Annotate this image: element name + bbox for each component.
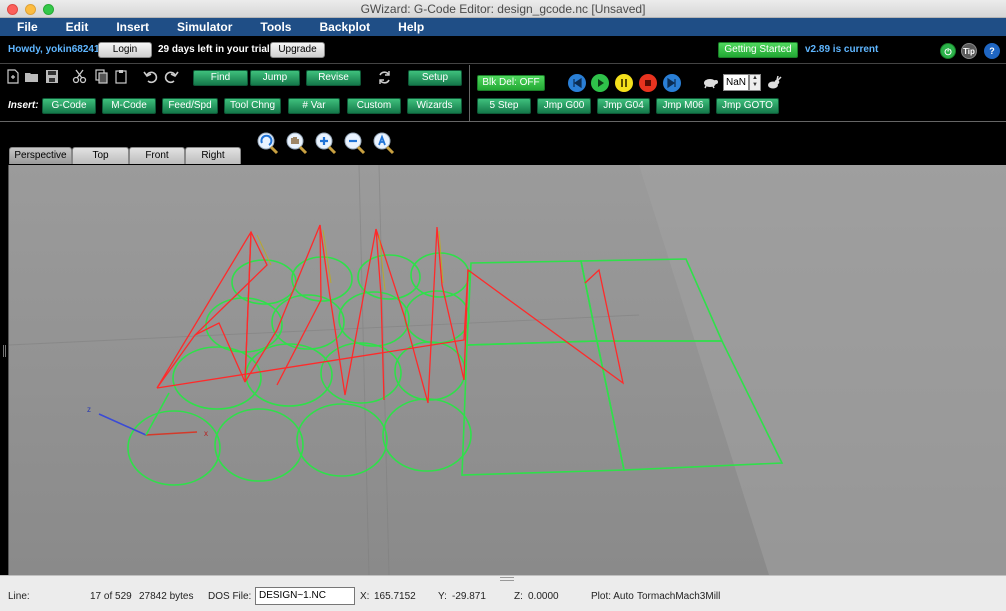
jump-g04-button[interactable]: Jmp G04 [597,98,650,114]
save-icon[interactable] [44,69,59,84]
account-bar: Howdy, yokin68241! Login 29 days left in… [0,36,1006,64]
insert-mcode-button[interactable]: M-Code [102,98,156,114]
find-button[interactable]: Find [193,70,248,86]
x-coord-label: X: [360,591,370,602]
z-axis-label: z [87,405,91,414]
insert-toolchng-button[interactable]: Tool Chng [224,98,281,114]
menu-edit[interactable]: Edit [66,20,89,34]
tab-right[interactable]: Right [185,147,241,164]
bytes-value: 27842 bytes [139,591,194,602]
x-coord-value: 165.7152 [374,591,416,602]
menu-simulator[interactable]: Simulator [177,20,232,34]
getting-started-button[interactable]: Getting Started [718,42,798,58]
version-text: v2.89 is current [805,44,879,55]
fast-forward-icon[interactable] [663,74,681,92]
dos-file-input[interactable]: DESIGN~1.NC [255,587,355,605]
toolbar-divider [469,65,470,122]
menu-insert[interactable]: Insert [116,20,149,34]
backplot-canvas: x z [9,165,1006,575]
title-bar: GWizard: G-Code Editor: design_gcode.nc … [0,0,1006,18]
jump-m06-button[interactable]: Jmp M06 [656,98,710,114]
refresh-icon[interactable] [377,70,392,85]
speed-input[interactable]: NaN [723,74,749,91]
y-coord-label: Y: [438,591,447,602]
new-file-icon[interactable] [5,69,20,84]
menu-help[interactable]: Help [398,20,424,34]
greeting-text: Howdy, yokin68241! [8,44,103,55]
tab-perspective[interactable]: Perspective [9,147,72,164]
insert-custom-button[interactable]: Custom [347,98,401,114]
menu-tools[interactable]: Tools [260,20,291,34]
menu-backplot[interactable]: Backplot [319,20,370,34]
help-icon[interactable]: ? [984,43,1000,59]
five-step-button[interactable]: 5 Step [477,98,531,114]
rewind-icon[interactable] [568,74,586,92]
redo-icon[interactable] [164,69,179,84]
tip-icon[interactable]: Tip [961,43,977,59]
machine-name: TormachMach3Mill [637,591,721,602]
insert-wizards-button[interactable]: Wizards [407,98,462,114]
open-folder-icon[interactable] [24,69,39,84]
line-label: Line: [8,591,30,602]
jump-g00-button[interactable]: Jmp G00 [537,98,591,114]
insert-var-button[interactable]: # Var [288,98,340,114]
rabbit-fast-icon[interactable] [765,75,782,90]
zoom-fit-icon[interactable] [372,131,396,155]
turtle-slow-icon[interactable] [702,75,719,90]
copy-icon[interactable] [94,69,109,84]
stop-icon[interactable] [639,74,657,92]
menu-file[interactable]: File [17,20,38,34]
zoom-in-icon[interactable] [314,131,338,155]
pan-view-icon[interactable] [285,131,309,155]
trial-text: 29 days left in your trial. [158,44,273,55]
menu-bar: File Edit Insert Simulator Tools Backplo… [0,18,1006,36]
login-button[interactable]: Login [98,42,152,58]
setup-button[interactable]: Setup [408,70,462,86]
y-coord-value: -29.871 [452,591,486,602]
tab-top[interactable]: Top [72,147,129,164]
paste-icon[interactable] [114,69,129,84]
app-window: GWizard: G-Code Editor: design_gcode.nc … [0,0,1006,611]
tab-front[interactable]: Front [129,147,185,164]
jump-goto-button[interactable]: Jmp GOTO [716,98,779,114]
undo-icon[interactable] [143,69,158,84]
backplot-viewport[interactable]: x z [8,165,1006,575]
revise-button[interactable]: Revise [306,70,361,86]
upgrade-button[interactable]: Upgrade [270,42,325,58]
plot-mode: Plot: Auto [591,591,634,602]
z-coord-label: Z: [514,591,523,602]
dos-file-label: DOS File: [208,591,252,602]
zoom-out-icon[interactable] [343,131,367,155]
x-axis-label: x [204,429,208,438]
z-coord-value: 0.0000 [528,591,559,602]
splitter-grip[interactable] [500,577,514,581]
pause-icon[interactable] [615,74,633,92]
insert-feedspd-button[interactable]: Feed/Spd [162,98,218,114]
play-icon[interactable] [591,74,609,92]
block-delete-toggle[interactable]: Blk Del: OFF [477,75,545,91]
left-resize-handle[interactable] [3,345,6,357]
jump-button[interactable]: Jump [250,70,300,86]
rotate-view-icon[interactable] [256,131,280,155]
power-icon[interactable]: ⏻ [940,43,956,59]
window-title: GWizard: G-Code Editor: design_gcode.nc … [360,2,646,16]
insert-label: Insert: [8,100,39,111]
cut-icon[interactable] [72,69,87,84]
speed-stepper[interactable]: ▲ ▼ [749,74,761,91]
insert-gcode-button[interactable]: G-Code [42,98,96,114]
line-value: 17 of 529 [90,591,132,602]
